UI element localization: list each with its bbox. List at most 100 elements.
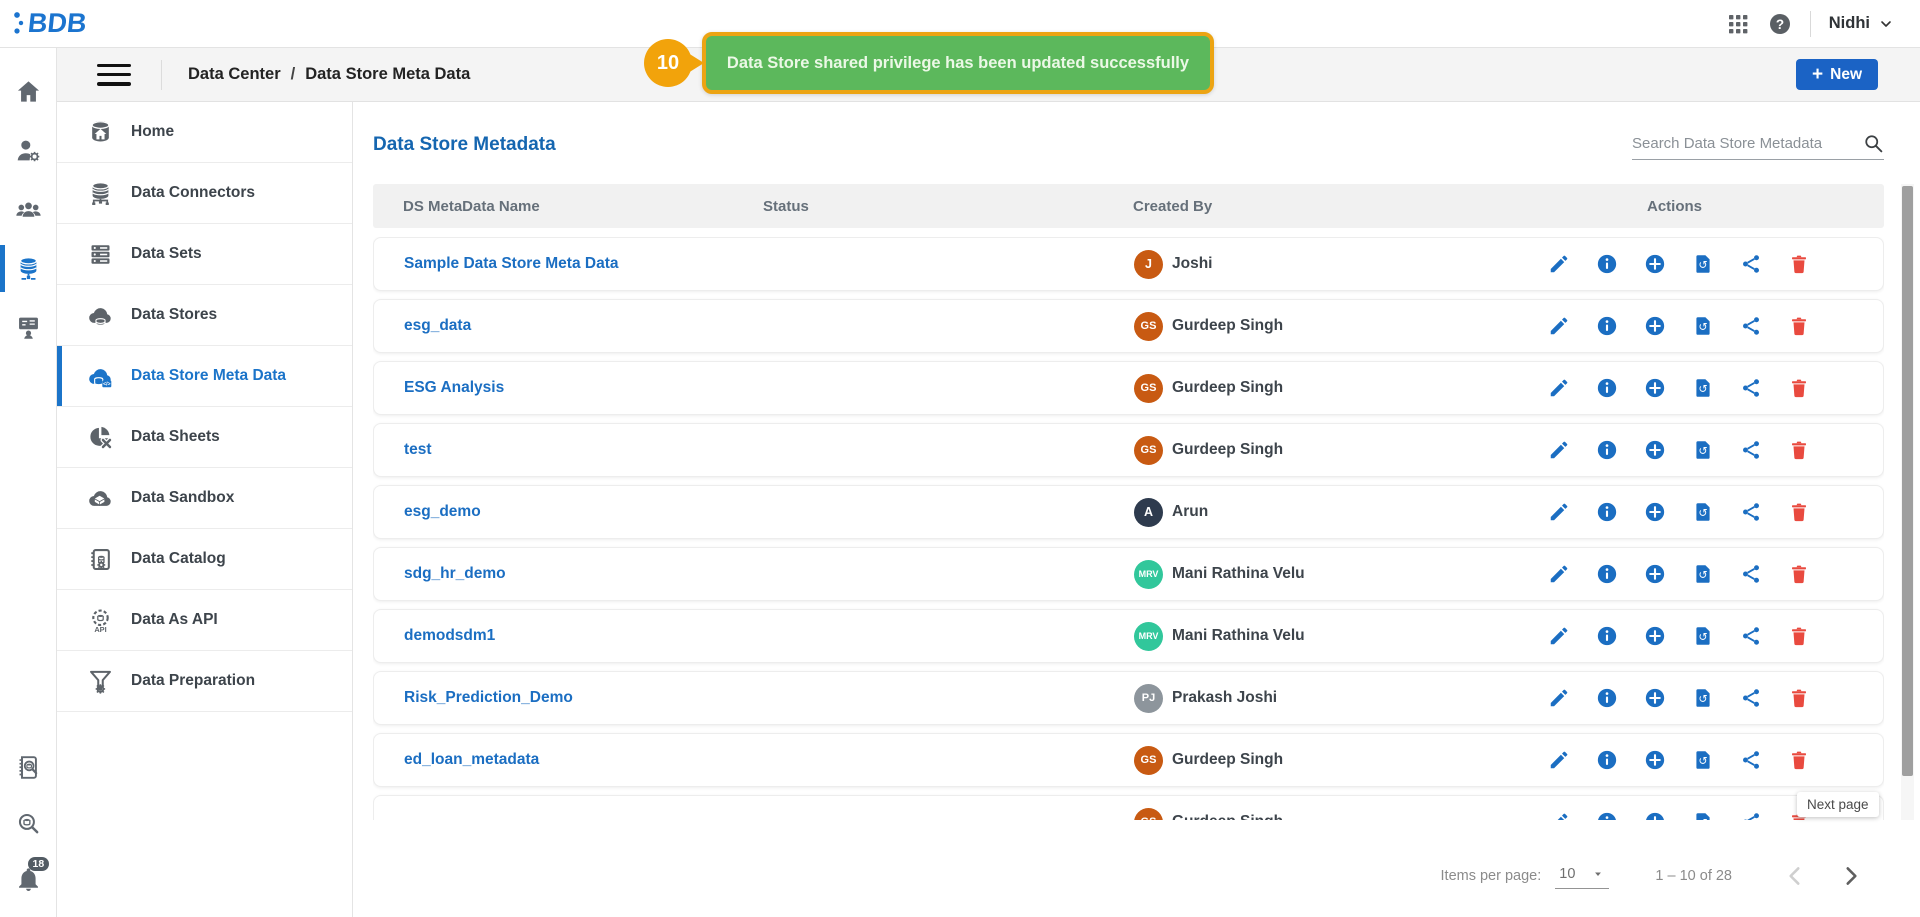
rail-item-user-groups-icon[interactable]	[0, 180, 56, 239]
info-icon[interactable]	[1596, 253, 1618, 275]
info-icon[interactable]	[1596, 687, 1618, 709]
sidebar-item-data-preparation[interactable]: Data Preparation	[57, 651, 352, 712]
sidebar-item-home[interactable]: Home	[57, 102, 352, 163]
add-icon[interactable]	[1644, 563, 1666, 585]
add-icon[interactable]	[1644, 253, 1666, 275]
edit-icon[interactable]	[1548, 687, 1570, 709]
sidebar-item-data-sheets[interactable]: Data Sheets	[57, 407, 352, 468]
restore-icon[interactable]: ↺	[1692, 563, 1714, 585]
previous-page-button[interactable]	[1782, 863, 1808, 889]
restore-icon[interactable]: ↺	[1692, 501, 1714, 523]
datastore-name-link[interactable]: esg_data	[374, 317, 754, 335]
rail-item-data-search-icon[interactable]	[0, 795, 56, 851]
sidebar-item-data-sets[interactable]: Data Sets	[57, 224, 352, 285]
delete-icon[interactable]	[1788, 315, 1810, 337]
share-icon[interactable]	[1740, 687, 1762, 709]
next-page-button[interactable]	[1838, 863, 1864, 889]
sidebar-item-data-stores[interactable]: Data Stores	[57, 285, 352, 346]
share-icon[interactable]	[1740, 501, 1762, 523]
rail-item-data-catalog-search-icon[interactable]	[0, 739, 56, 795]
edit-icon[interactable]	[1548, 501, 1570, 523]
add-icon[interactable]	[1644, 625, 1666, 647]
add-icon[interactable]	[1644, 439, 1666, 461]
delete-icon[interactable]	[1788, 687, 1810, 709]
breadcrumb-data-store-meta-data[interactable]: Data Store Meta Data	[305, 65, 470, 84]
delete-icon[interactable]	[1788, 749, 1810, 771]
datastore-name-link[interactable]: ESG Analysis	[374, 379, 754, 397]
delete-icon[interactable]	[1788, 439, 1810, 461]
rail-item-data-center-icon[interactable]	[0, 239, 56, 298]
apps-grid-icon[interactable]	[1726, 12, 1750, 36]
share-icon[interactable]	[1740, 625, 1762, 647]
info-icon[interactable]	[1596, 749, 1618, 771]
restore-icon[interactable]: ↺	[1692, 377, 1714, 399]
delete-icon[interactable]	[1788, 253, 1810, 275]
help-icon[interactable]: ?	[1768, 12, 1792, 36]
datastore-name-link[interactable]: ed_loan_metadata	[374, 751, 754, 769]
share-icon[interactable]	[1740, 439, 1762, 461]
share-icon[interactable]	[1740, 315, 1762, 337]
search-icon[interactable]	[1863, 133, 1884, 154]
share-icon[interactable]	[1740, 563, 1762, 585]
delete-icon[interactable]	[1788, 625, 1810, 647]
rail-item-trainings-icon[interactable]	[0, 298, 56, 357]
datastore-name-link[interactable]: test	[374, 441, 754, 459]
delete-icon[interactable]	[1788, 563, 1810, 585]
new-button[interactable]: + New	[1796, 59, 1878, 90]
datastore-name-link[interactable]: Sample Data Store Meta Data	[374, 255, 754, 273]
edit-icon[interactable]	[1548, 377, 1570, 399]
share-icon[interactable]	[1740, 749, 1762, 771]
add-icon[interactable]	[1644, 687, 1666, 709]
datastore-name-link[interactable]: Risk_Prediction_Demo	[374, 689, 754, 707]
restore-icon[interactable]: ↺	[1692, 625, 1714, 647]
add-icon[interactable]	[1644, 501, 1666, 523]
search-input[interactable]	[1632, 135, 1863, 152]
info-icon[interactable]	[1596, 377, 1618, 399]
info-icon[interactable]	[1596, 315, 1618, 337]
share-icon[interactable]	[1740, 811, 1762, 820]
add-icon[interactable]	[1644, 315, 1666, 337]
rail-item-home-icon[interactable]	[0, 62, 56, 121]
restore-icon[interactable]: ↺	[1692, 315, 1714, 337]
edit-icon[interactable]	[1548, 315, 1570, 337]
info-icon[interactable]	[1596, 563, 1618, 585]
datastore-name-link[interactable]: esg_demo	[374, 503, 754, 521]
add-icon[interactable]	[1644, 749, 1666, 771]
info-icon[interactable]	[1596, 625, 1618, 647]
restore-icon[interactable]: ↺	[1692, 439, 1714, 461]
rail-item-user-settings-icon[interactable]	[0, 121, 56, 180]
restore-icon[interactable]: ↺	[1692, 749, 1714, 771]
table-scrollbar[interactable]	[1901, 184, 1914, 820]
delete-icon[interactable]	[1788, 377, 1810, 399]
edit-icon[interactable]	[1548, 811, 1570, 820]
user-menu[interactable]: Nidhi	[1829, 14, 1894, 33]
add-icon[interactable]	[1644, 377, 1666, 399]
restore-icon[interactable]: ↺	[1692, 253, 1714, 275]
share-icon[interactable]	[1740, 377, 1762, 399]
info-icon[interactable]	[1596, 811, 1618, 820]
breadcrumb-data-center[interactable]: Data Center	[188, 65, 281, 84]
scrollbar-thumb[interactable]	[1902, 186, 1913, 776]
sidebar-item-data-connectors[interactable]: Data Connectors	[57, 163, 352, 224]
items-per-page-select[interactable]: 10	[1555, 864, 1610, 889]
bdb-logo[interactable]: BDB	[14, 8, 88, 39]
share-icon[interactable]	[1740, 253, 1762, 275]
delete-icon[interactable]	[1788, 501, 1810, 523]
info-icon[interactable]	[1596, 501, 1618, 523]
datastore-name-link[interactable]: sdg_hr_demo	[374, 565, 754, 583]
info-icon[interactable]	[1596, 439, 1618, 461]
edit-icon[interactable]	[1548, 625, 1570, 647]
add-icon[interactable]	[1644, 811, 1666, 820]
sidebar-item-data-sandbox[interactable]: Data Sandbox	[57, 468, 352, 529]
edit-icon[interactable]	[1548, 253, 1570, 275]
hamburger-menu-icon[interactable]	[97, 63, 131, 86]
sidebar-item-data-store-meta-data[interactable]: </> Data Store Meta Data	[57, 346, 352, 407]
edit-icon[interactable]	[1548, 439, 1570, 461]
sidebar-item-data-catalog[interactable]: Data Catalog	[57, 529, 352, 590]
sidebar-item-data-as-api[interactable]: API Data As API	[57, 590, 352, 651]
edit-icon[interactable]	[1548, 563, 1570, 585]
edit-icon[interactable]	[1548, 749, 1570, 771]
restore-icon[interactable]: ↺	[1692, 687, 1714, 709]
datastore-name-link[interactable]: demodsdm1	[374, 627, 754, 645]
restore-icon[interactable]: ↺	[1692, 811, 1714, 820]
